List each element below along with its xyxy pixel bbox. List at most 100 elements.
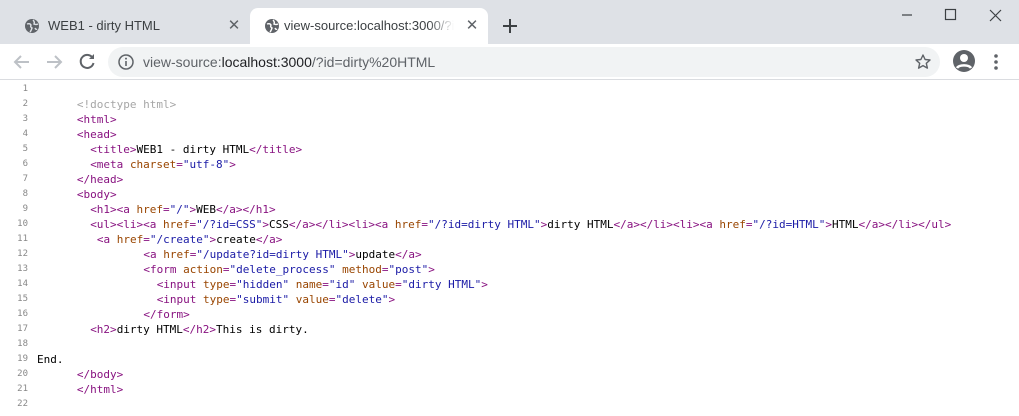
reload-icon: [79, 53, 95, 69]
token-tag: =: [421, 218, 428, 231]
token-text: CSS: [269, 218, 289, 231]
token-text: dirty HTML: [116, 323, 183, 336]
line-number: 18: [17, 339, 28, 349]
source-line: 5 <title>WEB1 - dirty HTML</title>: [0, 142, 1019, 157]
close-window-button[interactable]: [973, 0, 1018, 30]
line-code: <title>WEB1 - dirty HTML</title>: [90, 142, 302, 157]
token-tag: <html>: [76, 113, 117, 126]
line-number: 20: [17, 369, 28, 379]
source-line: 18: [0, 337, 1019, 352]
line-code: </body>: [77, 367, 123, 382]
tab-strip: WEB1 - dirty HTML ✕ view-source:localhos…: [0, 0, 1019, 44]
line-number: 6: [22, 159, 28, 169]
url-scheme: view-source:: [143, 54, 222, 70]
tab-web1[interactable]: WEB1 - dirty HTML ✕: [10, 8, 250, 44]
line-number: 21: [17, 384, 28, 394]
reload-button[interactable]: [73, 48, 101, 76]
tab-title: WEB1 - dirty HTML: [48, 18, 160, 33]
source-line: 10 <ul><li><a href="/?id=CSS">CSS</a></li…: [0, 217, 1019, 232]
line-number: 17: [17, 324, 28, 334]
token-tag: </head>: [76, 173, 124, 186]
source-line: 7 </head>: [0, 172, 1019, 187]
maximize-button[interactable]: [928, 0, 973, 30]
token-val: "/?id=HTML": [752, 218, 826, 231]
bookmark-star-icon[interactable]: [914, 53, 932, 71]
source-line: 12 <a href="/update?id=dirty HTML">update…: [0, 247, 1019, 262]
token-tag: </a></li><li><a: [613, 218, 720, 231]
token-tag: </a></li><li><a: [288, 218, 395, 231]
token-text: dirty HTML: [547, 218, 614, 231]
token-attr: href: [394, 218, 422, 231]
maximize-icon: [944, 8, 957, 21]
token-tag: <title>: [90, 143, 137, 156]
token-text: WEB: [196, 203, 217, 216]
token-val: "/": [169, 203, 190, 216]
token-val: "id": [328, 278, 356, 291]
token-tag: <head>: [76, 128, 117, 141]
token-attr: href: [163, 218, 190, 231]
source-line: 3 <html>: [0, 112, 1019, 127]
line-code: <a href="/update?id=dirty HTML">update</…: [143, 247, 421, 262]
source-line: 11 <a href="/create">create</a>: [0, 232, 1019, 247]
token-text: This is dirty.: [216, 323, 309, 336]
token-tag: =: [745, 218, 753, 231]
line-number: 7: [22, 174, 28, 184]
tab-title: view-source:localhost:3000/?id=dirty HTM…: [284, 18, 454, 33]
line-number: 11: [17, 234, 28, 244]
kebab-menu-icon[interactable]: [986, 50, 1006, 74]
line-code: End.: [37, 352, 64, 367]
token-tag: <h2>: [90, 323, 117, 336]
line-code: <head>: [77, 127, 117, 142]
source-line: 16 </form>: [0, 307, 1019, 322]
token-text: create: [216, 233, 256, 246]
token-attr: value: [295, 293, 329, 306]
url-text[interactable]: view-source:localhost:3000/?id=dirty%20H…: [143, 54, 435, 70]
line-code: <body>: [77, 187, 117, 202]
toolbar: view-source:localhost:3000/?id=dirty%20H…: [0, 44, 1019, 80]
token-tag: </form>: [143, 308, 190, 321]
source-line: 9 <h1><a href="/">WEB</a></h1>: [0, 202, 1019, 217]
token-val: "/?id=CSS": [196, 218, 263, 231]
line-code: <!doctype html>: [77, 97, 176, 112]
source-line: 17 <h2>dirty HTML</h2>This is dirty.: [0, 322, 1019, 337]
forward-button[interactable]: [40, 48, 68, 76]
close-icon[interactable]: ✕: [226, 18, 242, 34]
address-bar[interactable]: view-source:localhost:3000/?id=dirty%20H…: [108, 47, 940, 77]
source-line: 8 <body>: [0, 187, 1019, 202]
token-tag: =: [163, 203, 170, 216]
line-number: 16: [17, 309, 28, 319]
token-tag: =: [176, 158, 183, 171]
token-val: "delete_process": [229, 263, 336, 276]
close-icon[interactable]: ✕: [464, 18, 480, 34]
token-tag: [289, 293, 296, 306]
token-tag: =: [395, 278, 402, 291]
plus-icon: [503, 19, 517, 33]
source-line: 1: [0, 82, 1019, 97]
minimize-icon: [902, 14, 912, 16]
token-attr: value: [362, 278, 396, 291]
line-number: 10: [17, 219, 28, 229]
token-tag: >: [481, 278, 488, 291]
line-code: <ul><li><a href="/?id=CSS">CSS</a></li><…: [90, 217, 951, 232]
browser-chrome: WEB1 - dirty HTML ✕ view-source:localhos…: [0, 0, 1019, 80]
minimize-button[interactable]: [884, 0, 929, 30]
source-view: 1 2 <!doctype html> 3 <html> 4 <head> 5 <title>W…: [0, 81, 1019, 416]
token-tag: <ul><li><a: [90, 218, 164, 231]
new-tab-button[interactable]: [498, 14, 522, 38]
token-tag: <form: [143, 263, 184, 276]
source-line: 2 <!doctype html>: [0, 97, 1019, 112]
line-number: 14: [17, 279, 28, 289]
profile-avatar-icon[interactable]: [952, 49, 976, 73]
line-number: 12: [17, 249, 28, 259]
token-tag: </a>: [255, 233, 283, 246]
arrow-right-icon: [47, 55, 63, 69]
token-attr: charset: [129, 158, 177, 171]
token-attr: href: [136, 203, 164, 216]
token-tag: </body>: [76, 368, 124, 381]
token-val: "/update?id=dirty HTML": [196, 248, 349, 261]
token-tag: <body>: [76, 188, 117, 201]
arrow-left-icon: [13, 55, 29, 69]
back-button[interactable]: [8, 48, 36, 76]
tab-view-source[interactable]: view-source:localhost:3000/?id=dirty HTM…: [250, 8, 488, 44]
info-icon[interactable]: [118, 54, 134, 70]
